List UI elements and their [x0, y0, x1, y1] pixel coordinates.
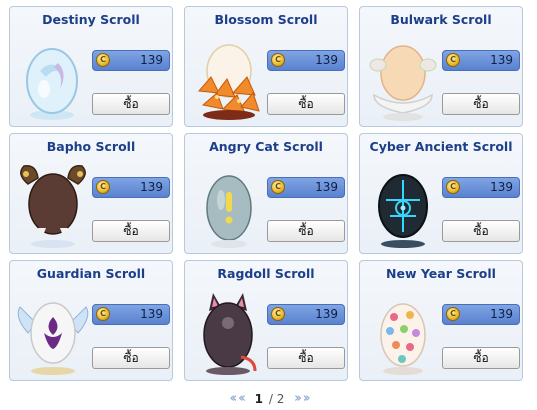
- guardian-egg-icon: [14, 287, 92, 379]
- price-amount: 139: [490, 180, 513, 194]
- price-amount: 139: [490, 307, 513, 321]
- shop-item-card: Angry Cat Scroll C 139 ซื้อ: [184, 133, 348, 254]
- new-year-egg-icon: [364, 287, 442, 379]
- item-title: Bapho Scroll: [46, 139, 136, 154]
- price-amount: 139: [315, 307, 338, 321]
- item-title: Angry Cat Scroll: [209, 139, 323, 154]
- cyber-ancient-egg-icon: [364, 160, 442, 252]
- buy-button[interactable]: ซื้อ: [442, 220, 520, 242]
- price-tag: C 139: [267, 304, 345, 325]
- price-tag: C 139: [92, 50, 170, 71]
- item-title: Blossom Scroll: [214, 12, 318, 27]
- shop-item-card: Destiny Scroll C 139 ซื้อ: [9, 6, 173, 127]
- coin-icon: C: [96, 53, 110, 67]
- shop-item-card: Guardian Scroll C 139 ซื้อ: [9, 260, 173, 381]
- blossom-egg-icon: [189, 33, 267, 125]
- shop-item-card: Blossom Scroll C 139 ซื้อ: [184, 6, 348, 127]
- shop-item-card: Bulwark Scroll C 139 ซื้อ: [359, 6, 523, 127]
- page-separator: /: [268, 391, 273, 406]
- ragdoll-egg-icon: [189, 287, 267, 379]
- shop-item-card: Bapho Scroll C 139 ซื้อ: [9, 133, 173, 254]
- coin-icon: C: [446, 180, 460, 194]
- pagination: ‹‹ ‹‹ 1 / 2 ›› ››: [0, 391, 537, 409]
- item-title: Guardian Scroll: [36, 266, 146, 281]
- price-amount: 139: [140, 180, 163, 194]
- last-page-icon[interactable]: ››: [303, 391, 311, 406]
- buy-button[interactable]: ซื้อ: [92, 220, 170, 242]
- buy-button[interactable]: ซื้อ: [442, 347, 520, 369]
- price-tag: C 139: [442, 304, 520, 325]
- price-amount: 139: [140, 307, 163, 321]
- coin-icon: C: [96, 307, 110, 321]
- shop-item-card: Ragdoll Scroll C 139 ซื้อ: [184, 260, 348, 381]
- item-title: Cyber Ancient Scroll: [369, 139, 513, 154]
- price-tag: C 139: [92, 177, 170, 198]
- shop-item-card: Cyber Ancient Scroll C 139 ซื้อ: [359, 133, 523, 254]
- current-page[interactable]: 1: [255, 392, 263, 406]
- price-tag: C 139: [442, 50, 520, 71]
- price-amount: 139: [490, 53, 513, 67]
- item-title: Destiny Scroll: [42, 12, 140, 27]
- coin-icon: C: [271, 53, 285, 67]
- coin-icon: C: [446, 307, 460, 321]
- buy-button[interactable]: ซื้อ: [92, 93, 170, 115]
- coin-icon: C: [96, 180, 110, 194]
- buy-button[interactable]: ซื้อ: [92, 347, 170, 369]
- item-title: Ragdoll Scroll: [217, 266, 315, 281]
- scroll-shop-grid: Destiny Scroll C 139 ซื้อ Blossom Scroll: [0, 0, 537, 390]
- angry-cat-egg-icon: [189, 160, 267, 252]
- total-pages[interactable]: 2: [277, 392, 285, 406]
- price-tag: C 139: [442, 177, 520, 198]
- coin-icon: C: [446, 53, 460, 67]
- buy-button[interactable]: ซื้อ: [267, 347, 345, 369]
- first-page-icon[interactable]: ‹‹: [230, 391, 238, 406]
- item-title: Bulwark Scroll: [390, 12, 492, 27]
- coin-icon: C: [271, 180, 285, 194]
- next-page-icon[interactable]: ››: [294, 391, 302, 406]
- buy-button[interactable]: ซื้อ: [267, 93, 345, 115]
- buy-button[interactable]: ซื้อ: [442, 93, 520, 115]
- bulwark-egg-icon: [364, 33, 442, 125]
- price-tag: C 139: [92, 304, 170, 325]
- item-title: New Year Scroll: [386, 266, 496, 281]
- price-tag: C 139: [267, 50, 345, 71]
- prev-page-icon[interactable]: ‹‹: [238, 391, 246, 406]
- destiny-egg-icon: [14, 33, 92, 125]
- bapho-egg-icon: [14, 160, 92, 252]
- price-amount: 139: [315, 53, 338, 67]
- buy-button[interactable]: ซื้อ: [267, 220, 345, 242]
- coin-icon: C: [271, 307, 285, 321]
- price-tag: C 139: [267, 177, 345, 198]
- price-amount: 139: [315, 180, 338, 194]
- shop-item-card: New Year Scroll C 139 ซื้อ: [359, 260, 523, 381]
- price-amount: 139: [140, 53, 163, 67]
